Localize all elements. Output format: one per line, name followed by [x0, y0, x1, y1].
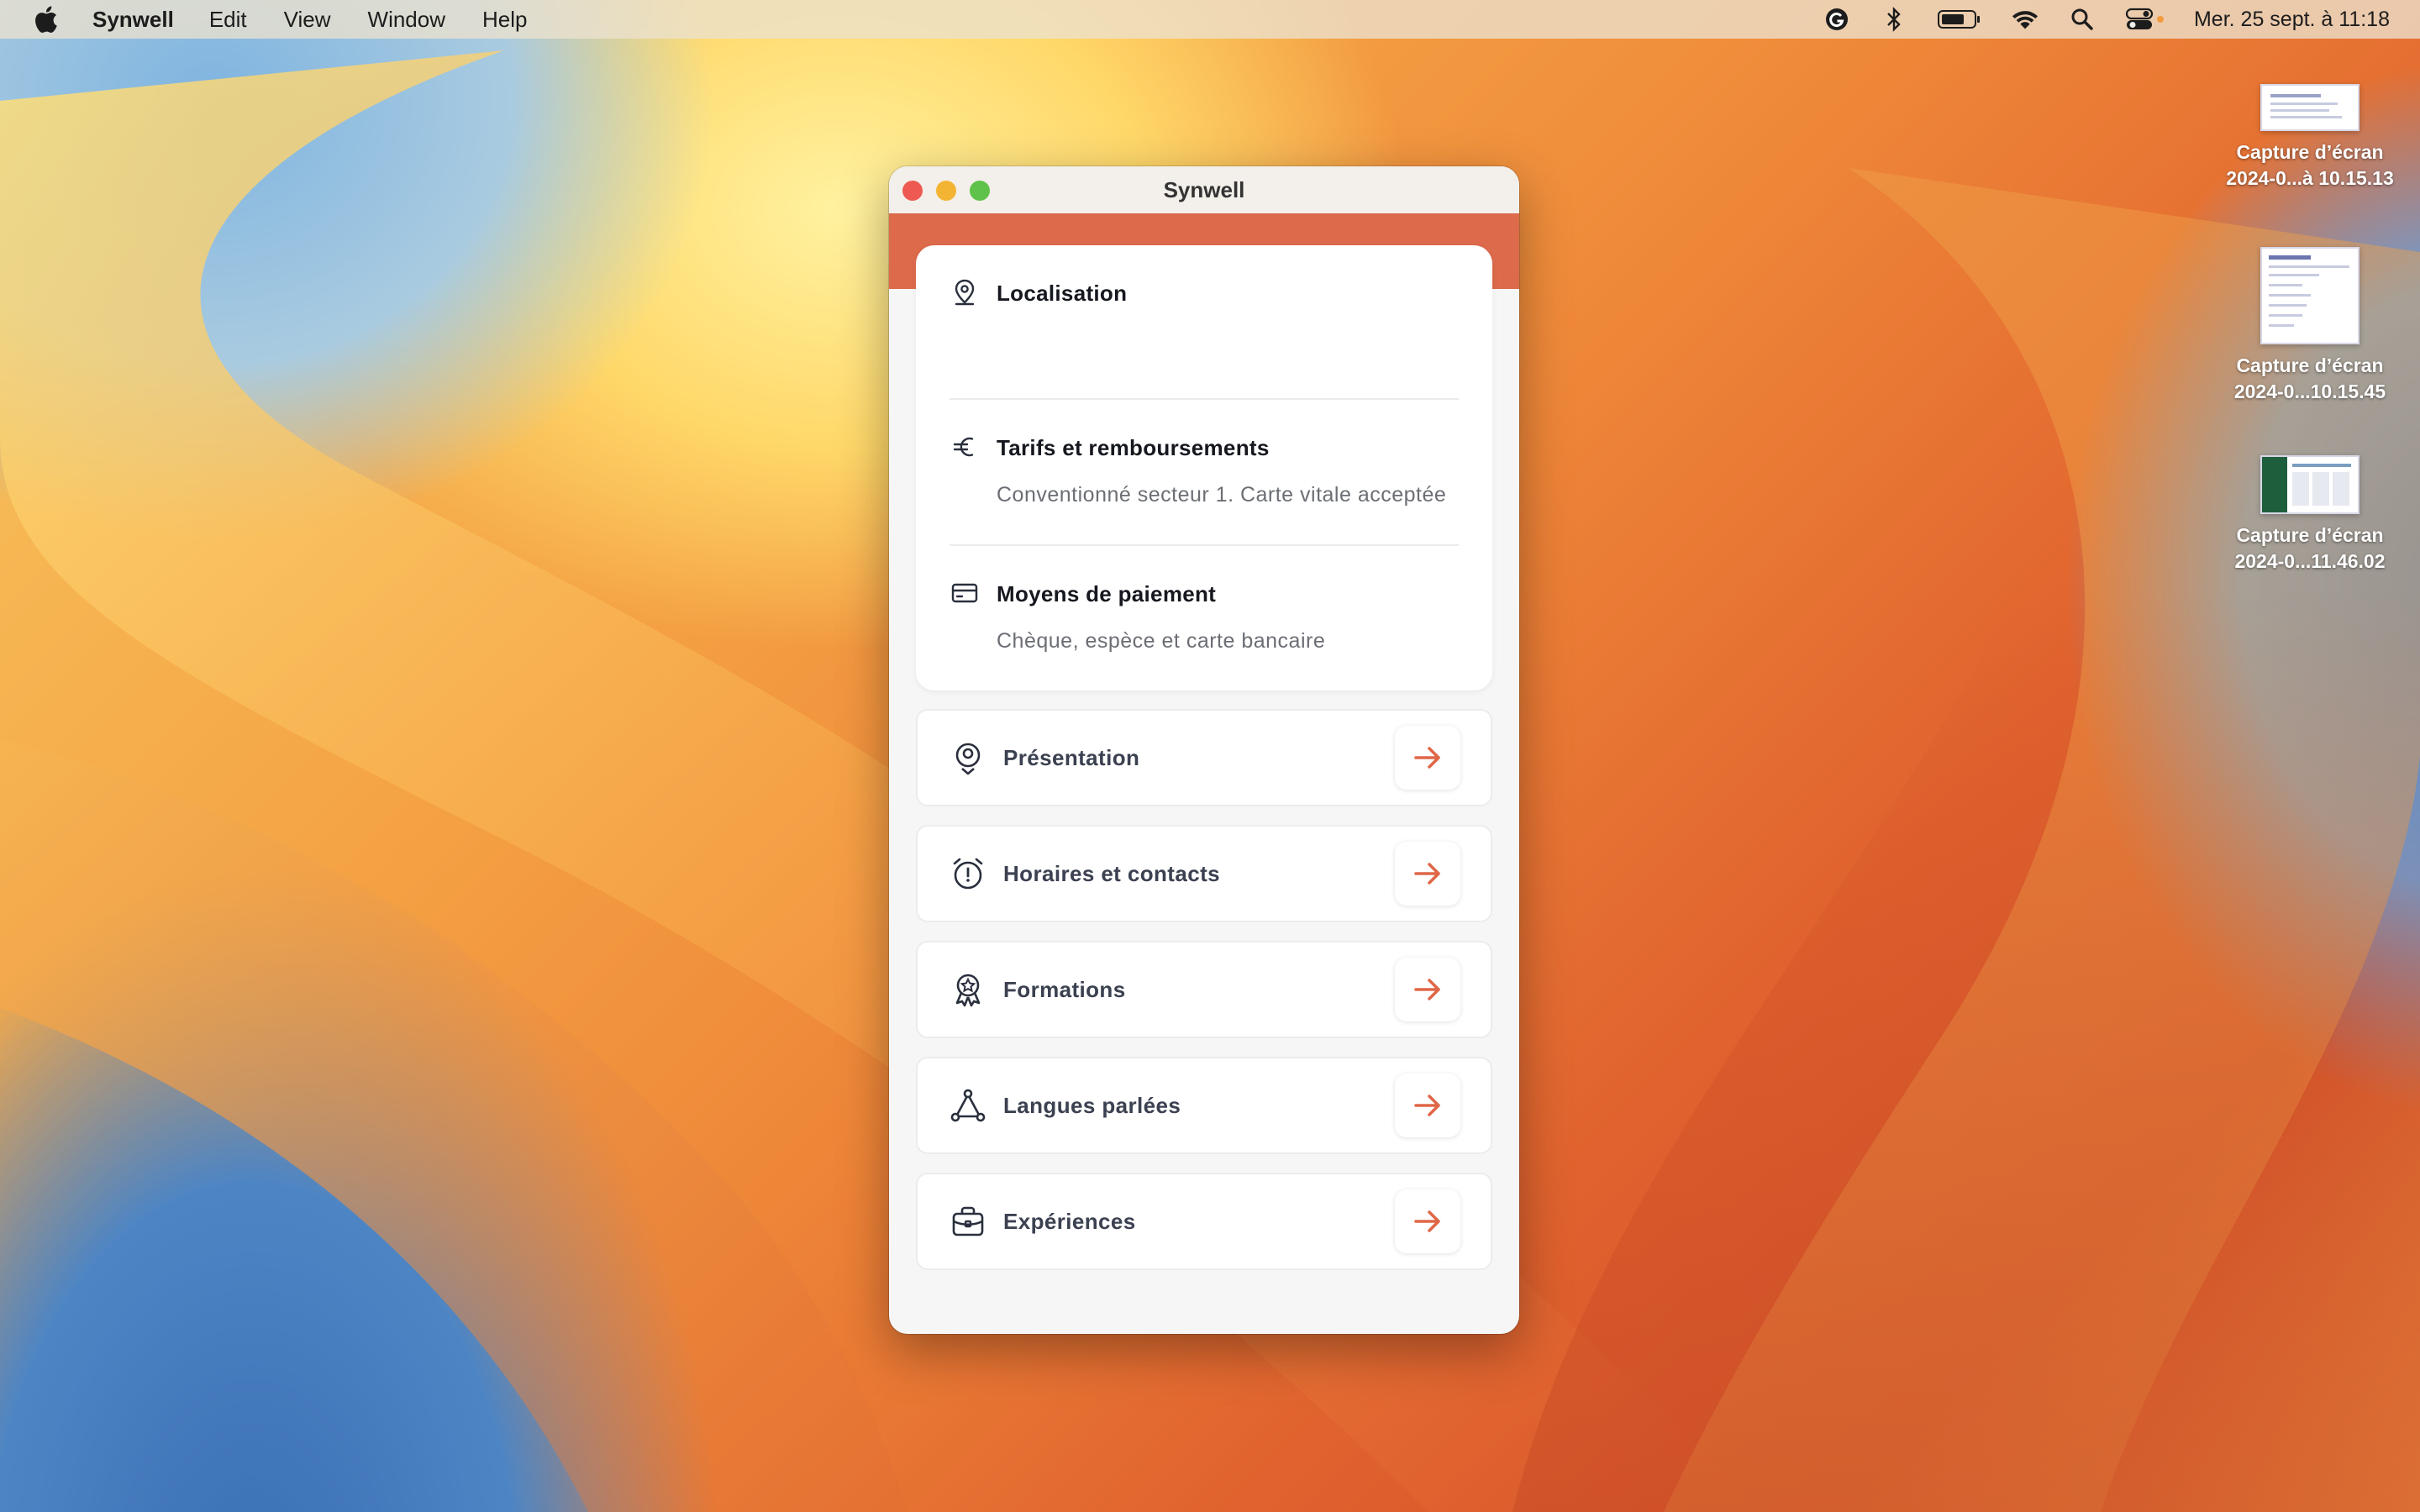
window-content: Localisation Tarifs et remboursements Co…	[916, 245, 1492, 1270]
window-titlebar[interactable]: Synwell	[889, 166, 1519, 213]
nav-label: Langues parlées	[1003, 1092, 1181, 1118]
menu-view[interactable]: View	[284, 7, 331, 33]
grammarly-icon[interactable]	[1823, 5, 1851, 34]
info-title: Localisation	[997, 281, 1128, 306]
arrow-right-button[interactable]	[1395, 842, 1460, 906]
arrow-right-icon	[1414, 979, 1440, 1000]
info-title: Tarifs et remboursements	[997, 435, 1270, 460]
arrow-right-button[interactable]	[1395, 1074, 1460, 1137]
screenshot-thumbnail	[2260, 84, 2360, 131]
desktop-file-screenshot-3[interactable]: Capture d’écran 2024-0...11.46.02	[2205, 455, 2415, 575]
arrow-right-button[interactable]	[1395, 958, 1460, 1021]
nav-label: Formations	[1003, 976, 1126, 1002]
nav-label: Expériences	[1003, 1208, 1136, 1234]
control-center-icon[interactable]	[2125, 5, 2165, 34]
arrow-right-icon	[1414, 747, 1440, 769]
nav-label: Présentation	[1003, 744, 1140, 770]
desktop-file-screenshot-1[interactable]: Capture d’écran 2024-0...à 10.15.13	[2205, 84, 2415, 192]
briefcase-icon	[950, 1203, 986, 1240]
nav-item-langues[interactable]: Langues parlées	[916, 1057, 1492, 1154]
desktop-file-name-line1: Capture d’écran	[2236, 141, 2384, 163]
arrow-right-icon	[1414, 1210, 1440, 1232]
info-row-paiement: Moyens de paiement Chèque, espèce et car…	[950, 546, 1459, 690]
desktop-file-name-line1: Capture d’écran	[2236, 354, 2384, 376]
menu-app-name[interactable]: Synwell	[92, 7, 174, 33]
screenshot-thumbnail	[2260, 247, 2360, 344]
nav-label: Horaires et contacts	[1003, 860, 1220, 886]
traffic-lights	[902, 181, 990, 201]
bluetooth-icon[interactable]	[1880, 5, 1908, 34]
menu-clock[interactable]: Mer. 25 sept. à 11:18	[2194, 8, 2390, 32]
nav-item-experiences[interactable]: Expériences	[916, 1173, 1492, 1270]
desktop-file-name-line2: 2024-0...10.15.45	[2233, 381, 2386, 402]
nav-item-presentation[interactable]: Présentation	[916, 709, 1492, 806]
profile-badge-icon	[950, 739, 986, 776]
desktop-file-name-line2: 2024-0...à 10.15.13	[2226, 167, 2394, 189]
credit-card-icon	[950, 578, 980, 608]
nav-item-horaires[interactable]: Horaires et contacts	[916, 825, 1492, 922]
battery-icon[interactable]	[1937, 5, 1982, 34]
close-window-button[interactable]	[902, 181, 923, 201]
desktop-file-name-line1: Capture d’écran	[2236, 524, 2384, 546]
info-row-localisation: Localisation	[950, 245, 1459, 400]
desktop-file-screenshot-2[interactable]: Capture d’écran 2024-0...10.15.45	[2205, 247, 2415, 405]
alarm-clock-icon	[950, 855, 986, 892]
arrow-right-icon	[1414, 863, 1440, 885]
nav-item-formations[interactable]: Formations	[916, 941, 1492, 1038]
arrow-right-button[interactable]	[1395, 726, 1460, 790]
minimize-window-button[interactable]	[936, 181, 956, 201]
info-title: Moyens de paiement	[997, 581, 1217, 606]
menu-bar: Synwell Edit View Window Help Mer. 25 se…	[0, 0, 2420, 39]
menu-window[interactable]: Window	[368, 7, 445, 33]
apple-menu-icon[interactable]	[30, 3, 60, 36]
euro-icon	[950, 432, 980, 462]
triangle-nodes-icon	[950, 1087, 986, 1124]
window-title: Synwell	[1163, 176, 1245, 202]
info-card: Localisation Tarifs et remboursements Co…	[916, 245, 1492, 690]
award-ribbon-icon	[950, 971, 986, 1008]
location-pin-icon	[950, 277, 980, 307]
synwell-window: Synwell Localisation Tarifs et rembourse…	[889, 166, 1519, 1334]
arrow-right-button[interactable]	[1395, 1189, 1460, 1253]
desktop-file-name-line2: 2024-0...11.46.02	[2234, 550, 2386, 572]
spotlight-search-icon[interactable]	[2068, 5, 2096, 34]
info-text: Conventionné secteur 1. Carte vitale acc…	[997, 483, 1447, 507]
menu-help[interactable]: Help	[482, 7, 527, 33]
arrow-right-icon	[1414, 1095, 1440, 1116]
info-text: Chèque, espèce et carte bancaire	[997, 629, 1326, 653]
screenshot-thumbnail	[2260, 455, 2360, 514]
info-row-tarifs: Tarifs et remboursements Conventionné se…	[950, 400, 1459, 546]
zoom-window-button[interactable]	[970, 181, 990, 201]
wifi-icon[interactable]	[2011, 5, 2039, 34]
menu-edit[interactable]: Edit	[209, 7, 247, 33]
